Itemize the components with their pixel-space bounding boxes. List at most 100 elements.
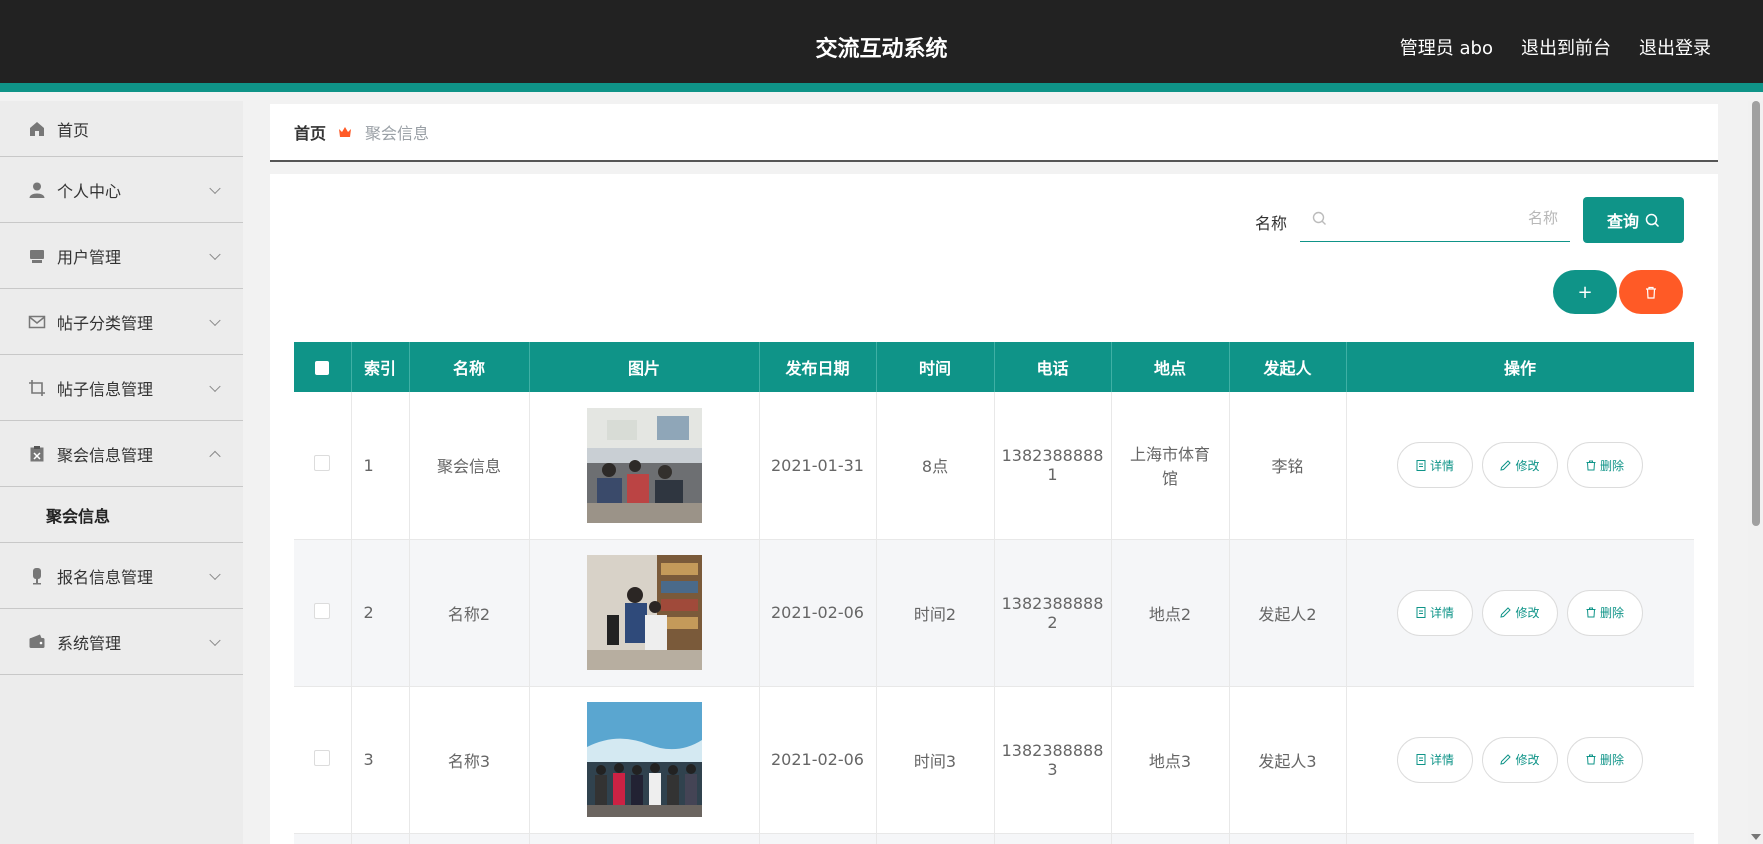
- row-actions: 详情 修改 删除: [1347, 736, 1694, 783]
- column-header: 地点: [1111, 342, 1230, 392]
- search-input[interactable]: [1327, 210, 1570, 227]
- sidebar-item-system[interactable]: 系统管理: [0, 609, 243, 675]
- sidebar-item-label: 帖子信息管理: [57, 379, 154, 399]
- sidebar-subitem-party-info[interactable]: 聚会信息: [0, 487, 243, 543]
- row-place: 上海市体育馆: [1111, 392, 1230, 540]
- row-initiator: 发起人3: [1229, 686, 1347, 834]
- main-panel: 名称 查询 + 索引 名称 图片 发布日期: [270, 174, 1718, 844]
- chevron-down-icon: [209, 248, 221, 260]
- chevron-down-icon: [209, 634, 221, 646]
- sidebar-item-label: 报名信息管理: [57, 567, 154, 587]
- row-name: 名称3: [409, 686, 530, 834]
- exit-to-frontend-link[interactable]: 退出到前台: [1521, 34, 1611, 60]
- document-icon: [1416, 459, 1426, 471]
- chevron-up-icon: [209, 450, 221, 462]
- row-index: 2: [351, 539, 410, 687]
- sidebar-item-label: 系统管理: [57, 633, 122, 653]
- search-icon: [1645, 213, 1660, 227]
- query-button[interactable]: 查询: [1583, 197, 1684, 243]
- row-phone: 1382388888 3: [994, 686, 1112, 834]
- admin-user-link[interactable]: 管理员 abo: [1400, 34, 1493, 60]
- delete-button[interactable]: 删除: [1567, 589, 1643, 636]
- row-place: 地点3: [1111, 686, 1230, 834]
- search-icon: [1312, 211, 1326, 225]
- party-image[interactable]: [586, 407, 702, 523]
- row-time: 时间3: [876, 686, 995, 834]
- table-row: 3 名称3 2021-02-06 时间3 1382388888 3 地点3 发起…: [294, 686, 1694, 834]
- sidebar-item-party-info[interactable]: 聚会信息管理: [0, 421, 243, 487]
- row-place: 地点2: [1111, 539, 1230, 687]
- chevron-down-icon: [209, 568, 221, 580]
- party-image[interactable]: [586, 555, 702, 670]
- edit-button[interactable]: 修改: [1482, 589, 1558, 636]
- edit-button[interactable]: 修改: [1482, 442, 1558, 489]
- row-time: 8点: [876, 392, 995, 540]
- chevron-down-icon: [209, 314, 221, 326]
- row-checkbox[interactable]: [314, 455, 331, 472]
- row-initiator: 发起人2: [1229, 539, 1347, 687]
- page-scrollbar[interactable]: [1748, 101, 1763, 844]
- column-header: 索引: [351, 342, 410, 392]
- row-phone: 1382388888 2: [994, 539, 1112, 687]
- table-row: [294, 833, 1694, 844]
- sidebar-item-label: 聚会信息管理: [57, 445, 154, 465]
- row-date: 2021-02-06: [759, 686, 877, 834]
- query-button-label: 查询: [1606, 212, 1639, 231]
- sidebar-item-personal-center[interactable]: 个人中心: [0, 157, 243, 223]
- pencil-icon: [1500, 460, 1512, 471]
- crown-icon: [339, 127, 352, 137]
- table-header-row: 索引 名称 图片 发布日期 时间 电话 地点 发起人 操作: [294, 342, 1694, 392]
- sidebar: 首页 个人中心 用户管理 帖子分类管理 帖子信息管理 聚会信息管理 聚会信息 报…: [0, 101, 243, 844]
- trash-icon: [1586, 460, 1596, 471]
- scrollbar-thumb[interactable]: [1752, 101, 1760, 526]
- data-table: 索引 名称 图片 发布日期 时间 电话 地点 发起人 操作 1 聚会信息 202…: [294, 342, 1694, 844]
- edit-button[interactable]: 修改: [1482, 736, 1558, 783]
- row-date: 2021-02-06: [759, 539, 877, 687]
- party-image[interactable]: [586, 702, 702, 817]
- scroll-down-arrow-icon[interactable]: [1751, 834, 1761, 840]
- users-icon: [30, 249, 44, 263]
- select-all-header[interactable]: [294, 342, 352, 392]
- delete-button[interactable]: 删除: [1567, 736, 1643, 783]
- add-button[interactable]: +: [1553, 270, 1617, 314]
- sidebar-item-label: 个人中心: [57, 181, 122, 201]
- sidebar-item-post-category[interactable]: 帖子分类管理: [0, 289, 243, 355]
- microphone-icon: [33, 567, 41, 584]
- row-index: 1: [351, 392, 410, 540]
- column-header: 名称: [409, 342, 530, 392]
- select-all-checkbox[interactable]: [315, 361, 330, 375]
- crop-icon: [29, 379, 45, 396]
- delete-button[interactable]: 删除: [1567, 442, 1643, 489]
- sidebar-subitem-label: 聚会信息: [46, 506, 111, 526]
- sidebar-item-label: 用户管理: [57, 247, 122, 267]
- user-icon: [29, 182, 45, 198]
- row-checkbox[interactable]: [314, 602, 331, 619]
- sidebar-item-label: 帖子分类管理: [57, 313, 154, 333]
- sidebar-item-signup-info[interactable]: 报名信息管理: [0, 543, 243, 609]
- sidebar-item-home[interactable]: 首页: [0, 101, 243, 157]
- sidebar-item-post-info[interactable]: 帖子信息管理: [0, 355, 243, 421]
- detail-button[interactable]: 详情: [1397, 736, 1473, 783]
- breadcrumb-current: 聚会信息: [365, 124, 430, 143]
- column-header: 电话: [994, 342, 1112, 392]
- column-header: 图片: [529, 342, 760, 392]
- table-row: 2 名称2 2021-02-06 时间2 1382388888 2 地点2 发起…: [294, 539, 1694, 687]
- row-name: 名称2: [409, 539, 530, 687]
- row-index: 3: [351, 686, 410, 834]
- logout-link[interactable]: 退出登录: [1639, 34, 1711, 60]
- home-icon: [30, 121, 44, 136]
- document-icon: [1416, 607, 1426, 618]
- row-date: 2021-01-31: [759, 392, 877, 540]
- row-name: 聚会信息: [409, 392, 530, 540]
- batch-delete-button[interactable]: [1619, 270, 1683, 314]
- clipboard-icon: [30, 445, 44, 461]
- detail-button[interactable]: 详情: [1397, 442, 1473, 489]
- breadcrumb-home[interactable]: 首页: [294, 120, 326, 144]
- row-actions: 详情 修改 删除: [1347, 442, 1694, 489]
- sidebar-item-user-management[interactable]: 用户管理: [0, 223, 243, 289]
- row-initiator: 李铭: [1229, 392, 1347, 540]
- column-header: 时间: [876, 342, 995, 392]
- row-checkbox[interactable]: [314, 749, 331, 766]
- row-phone: 1382388888 1: [994, 392, 1112, 540]
- detail-button[interactable]: 详情: [1397, 589, 1473, 636]
